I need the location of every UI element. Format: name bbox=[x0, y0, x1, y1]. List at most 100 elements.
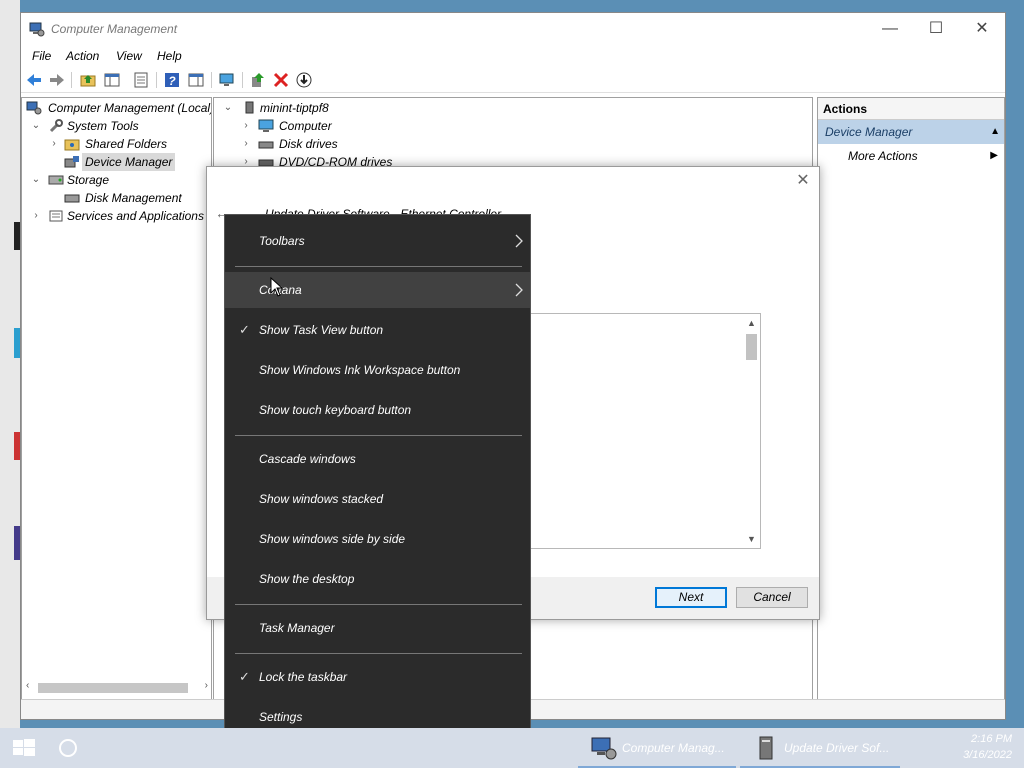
enable-device-icon[interactable] bbox=[295, 71, 313, 89]
uninstall-icon[interactable] bbox=[272, 71, 290, 89]
services-icon bbox=[49, 210, 63, 222]
svg-text:?: ? bbox=[168, 74, 176, 88]
scroll-left-icon[interactable]: ‹ bbox=[26, 680, 29, 691]
taskbar-app-label: Computer Manag... bbox=[622, 741, 725, 755]
menu-bar: File Action View Help bbox=[21, 45, 1005, 67]
taskbar-app-label: Update Driver Sof... bbox=[784, 741, 890, 755]
checkmark-icon: ✓ bbox=[239, 322, 250, 337]
menu-item-toolbars[interactable]: Toolbars bbox=[225, 223, 530, 259]
system-clock[interactable]: 2:16 PM 3/16/2022 bbox=[963, 731, 1012, 763]
menu-action[interactable]: Action bbox=[66, 49, 99, 63]
menu-item-show-touch-keyboard-button[interactable]: Show touch keyboard button bbox=[225, 392, 530, 428]
minimize-button[interactable]: — bbox=[867, 13, 913, 45]
scroll-thumb[interactable] bbox=[746, 334, 757, 360]
menu-item-task-manager[interactable]: Task Manager bbox=[225, 610, 530, 646]
scroll-down-icon[interactable]: ▼ bbox=[743, 532, 760, 546]
menu-item-label: Cascade windows bbox=[259, 452, 356, 466]
up-folder-icon[interactable] bbox=[79, 71, 97, 89]
chevron-right-icon[interactable]: › bbox=[240, 135, 252, 153]
menu-help[interactable]: Help bbox=[157, 49, 182, 63]
back-arrow-icon[interactable] bbox=[25, 71, 43, 89]
tree-item-label: Computer Management (Local) bbox=[48, 101, 212, 115]
toolbar-separator bbox=[71, 72, 72, 88]
tree-item-label: Shared Folders bbox=[85, 137, 168, 151]
shared-folders-icon bbox=[64, 139, 80, 151]
menu-item-label: Show touch keyboard button bbox=[259, 403, 412, 417]
dialog-close-button[interactable]: ✕ bbox=[795, 173, 811, 189]
device-root-label: minint-tiptpf8 bbox=[260, 101, 329, 115]
system-tools-icon bbox=[49, 119, 63, 133]
scroll-thumb[interactable] bbox=[38, 683, 188, 693]
menu-file[interactable]: File bbox=[32, 49, 51, 63]
storage-icon bbox=[48, 175, 64, 185]
menu-item-show-windows-stacked[interactable]: Show windows stacked bbox=[225, 481, 530, 517]
title-bar[interactable]: Computer Management — ☐ ✕ bbox=[21, 13, 1005, 45]
cortana-icon[interactable] bbox=[48, 728, 88, 768]
toolbar-separator bbox=[242, 72, 243, 88]
computer-management-icon bbox=[591, 737, 617, 760]
menu-item-cascade-windows[interactable]: Cascade windows bbox=[225, 441, 530, 477]
tree-item-label: Services and Applications bbox=[67, 209, 204, 223]
taskbar-app-update-driver[interactable]: Update Driver Sof... bbox=[740, 728, 900, 768]
chevron-down-icon[interactable]: ⌄ bbox=[30, 117, 42, 135]
show-hide-action-pane-icon[interactable] bbox=[187, 71, 205, 89]
horizontal-scrollbar[interactable]: ‹ › bbox=[24, 680, 210, 696]
menu-view[interactable]: View bbox=[116, 49, 142, 63]
menu-item-show-windows-ink-workspace-button[interactable]: Show Windows Ink Workspace button bbox=[225, 352, 530, 388]
more-actions-item[interactable]: More Actions ▶ bbox=[818, 144, 1004, 168]
properties-icon[interactable] bbox=[132, 71, 150, 89]
menu-separator bbox=[235, 435, 522, 436]
chevron-down-icon[interactable]: ⌄ bbox=[222, 99, 234, 117]
menu-item-label: Show windows side by side bbox=[259, 532, 406, 546]
tree-item-label: System Tools bbox=[67, 119, 139, 133]
menu-item-label: Show windows stacked bbox=[259, 492, 384, 506]
chevron-down-icon[interactable]: ⌄ bbox=[30, 171, 42, 189]
tree-item-label: Disk Management bbox=[85, 191, 182, 205]
taskbar-app-computer-management[interactable]: Computer Manag... bbox=[578, 728, 736, 768]
menu-item-label: Lock the taskbar bbox=[259, 670, 348, 684]
menu-item-show-windows-side-by-side[interactable]: Show windows side by side bbox=[225, 521, 530, 557]
menu-item-lock-the-taskbar[interactable]: ✓ Lock the taskbar bbox=[225, 659, 530, 695]
computer-management-icon bbox=[29, 22, 45, 37]
driver-list-box[interactable]: ▲ ▼ bbox=[507, 313, 761, 549]
chevron-right-icon[interactable]: › bbox=[240, 117, 252, 135]
collapse-up-icon[interactable]: ▲ bbox=[990, 120, 1000, 144]
more-actions-label: More Actions bbox=[848, 149, 918, 163]
forward-arrow-icon[interactable] bbox=[48, 71, 66, 89]
chevron-right-icon[interactable]: › bbox=[48, 135, 60, 153]
menu-separator bbox=[235, 653, 522, 654]
cancel-button[interactable]: Cancel bbox=[736, 587, 808, 608]
close-button[interactable]: ✕ bbox=[959, 13, 1005, 45]
toolbar-separator bbox=[211, 72, 212, 88]
actions-section-device-manager[interactable]: Device Manager ▲ bbox=[818, 120, 1004, 144]
computer-management-icon bbox=[26, 101, 42, 115]
show-hide-tree-icon[interactable] bbox=[103, 71, 121, 89]
menu-item-show-the-desktop[interactable]: Show the desktop bbox=[225, 561, 530, 597]
help-icon[interactable]: ? bbox=[163, 71, 181, 89]
actions-pane: Actions Device Manager ▲ More Actions ▶ bbox=[817, 97, 1005, 701]
submenu-arrow-icon: ▶ bbox=[990, 150, 998, 161]
menu-item-label: Show Task View button bbox=[259, 323, 384, 337]
device-category-label: Disk drives bbox=[279, 137, 338, 151]
windows-start-icon[interactable] bbox=[0, 728, 48, 768]
device-category-label: Computer bbox=[279, 119, 332, 133]
update-driver-icon[interactable] bbox=[249, 71, 267, 89]
desktop-edge bbox=[0, 0, 20, 728]
menu-item-label: Show Windows Ink Workspace button bbox=[259, 363, 461, 377]
scroll-right-icon[interactable]: › bbox=[205, 680, 208, 691]
maximize-button[interactable]: ☐ bbox=[913, 13, 959, 45]
disk-management-icon bbox=[64, 194, 80, 203]
tree-item-label: Device Manager bbox=[82, 153, 176, 171]
checkmark-icon: ✓ bbox=[239, 669, 250, 684]
vertical-scrollbar[interactable]: ▲ ▼ bbox=[743, 314, 760, 548]
next-button[interactable]: Next bbox=[655, 587, 727, 608]
menu-item-label: Settings bbox=[259, 710, 303, 724]
scroll-up-icon[interactable]: ▲ bbox=[743, 316, 760, 330]
menu-item-show-task-view-button[interactable]: ✓ Show Task View button bbox=[225, 312, 530, 348]
chevron-right-icon bbox=[515, 234, 523, 248]
update-driver-icon bbox=[759, 736, 773, 760]
chevron-right-icon[interactable]: › bbox=[30, 207, 42, 225]
scan-hardware-icon[interactable] bbox=[218, 71, 236, 89]
menu-separator bbox=[235, 266, 522, 267]
menu-item-label: Show the desktop bbox=[259, 572, 355, 586]
